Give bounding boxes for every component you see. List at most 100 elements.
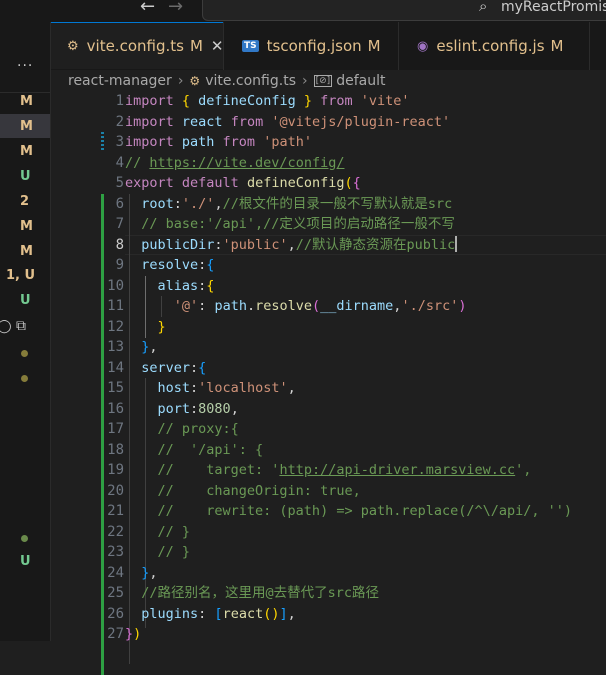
breadcrumb-folder[interactable]: react-manager (68, 73, 172, 89)
code-line[interactable]: publicDir:'public',//默认静态资源在public (125, 235, 458, 256)
code-token: alias (125, 277, 199, 294)
close-icon[interactable]: ✕ (211, 37, 224, 55)
untracked-dot-icon (21, 535, 28, 542)
code-token: , (230, 400, 239, 417)
text-cursor (455, 235, 458, 252)
arrow-left-icon[interactable]: ← (140, 0, 155, 17)
line-number: 27 (107, 626, 124, 642)
tab-tsconfig[interactable]: TS tsconfig.json M (224, 22, 398, 70)
code-line[interactable]: } (125, 317, 166, 338)
code-token: } (125, 626, 134, 642)
code-token: , (287, 236, 296, 253)
code-line[interactable]: plugins: [react()], (125, 604, 296, 625)
code-token: ', (515, 462, 532, 478)
code-token: 'path' (263, 134, 312, 150)
line-number: 21 (107, 503, 124, 519)
code-line[interactable]: import path from 'path' (125, 132, 312, 153)
code-line[interactable]: }) (125, 624, 141, 645)
code-token: { (181, 93, 199, 109)
code-token: , (287, 380, 296, 396)
line-number: 14 (107, 359, 124, 376)
code-token: , (214, 195, 223, 212)
tab-label: eslint.config.js (436, 37, 545, 55)
code-line[interactable]: // } (125, 522, 191, 543)
title-bar: ← → ⌕ myReactPromise (0, 0, 606, 22)
code-token: './' (181, 195, 215, 212)
code-token: from (230, 113, 272, 130)
code-token: from (320, 93, 361, 109)
code-line[interactable]: export default defineConfig({ (125, 173, 361, 194)
code-token: port (125, 400, 191, 417)
code-token: plugins (125, 605, 199, 622)
code-line[interactable]: // target: 'http://api-driver.marsview.c… (125, 460, 532, 481)
code-line[interactable]: // changeOrigin: true, (125, 481, 361, 502)
code-line[interactable]: root:'./',//根文件的目录一般不写默认就是src (125, 194, 452, 215)
tab-label: vite.config.ts (86, 37, 184, 55)
line-number: 23 (107, 544, 124, 560)
code-line[interactable]: // rewrite: (path) => path.replace(/^\/a… (125, 501, 573, 522)
code-line[interactable]: '@': path.resolve(__dirname,'./src') (125, 296, 467, 317)
command-center-search[interactable]: ⌕ myReactPromise (202, 0, 606, 21)
code-token: { (206, 257, 215, 273)
code-token: root (125, 195, 174, 212)
code-token: , (287, 605, 296, 622)
circle-icon[interactable]: ◯ (0, 319, 12, 334)
code-token: : (198, 298, 215, 314)
code-token: 'vite' (360, 93, 410, 109)
tab-eslint-config[interactable]: ◉ eslint.config.js M (399, 22, 589, 70)
code-line[interactable]: host:'localhost', (125, 378, 296, 399)
breadcrumb-symbol[interactable]: default (336, 73, 385, 89)
code-token: // rewrite: (path) => path.replace(/^\/a… (125, 503, 573, 519)
more-actions-icon[interactable]: ··· (17, 58, 33, 74)
code-token: //默认静态资源在public (295, 236, 456, 253)
code-line[interactable]: resolve:{ (125, 255, 214, 276)
code-token: defineConfig (246, 175, 345, 191)
code-line[interactable]: // proxy:{ (125, 419, 239, 440)
code-token: //路径别名，这里用@去替代了src路径 (125, 585, 380, 601)
code-token: } (157, 318, 166, 335)
breadcrumb-file[interactable]: vite.config.ts (205, 73, 296, 89)
chevron-right-icon: › (302, 73, 308, 89)
arrow-right-icon[interactable]: → (168, 0, 183, 17)
code-line[interactable]: // base:'/api',//定义项目的启动路径一般不写 (125, 214, 455, 235)
code-token: '@vitejs/plugin-react' (271, 113, 451, 130)
copy-icon[interactable]: ⧉ (16, 318, 26, 334)
line-number: 7 (115, 216, 124, 232)
git-status-badge: M (20, 244, 33, 259)
git-status-badge: 2 (20, 194, 30, 209)
code-token: // proxy:{ (125, 421, 239, 437)
code-line[interactable]: port:8080, (125, 399, 239, 420)
modified-dot-icon (21, 375, 28, 382)
code-token: react (181, 113, 231, 130)
code-line[interactable]: import react from '@vitejs/plugin-react' (125, 112, 450, 133)
code-token: host (125, 380, 191, 396)
code-editor[interactable]: 1 import { defineConfig } from 'vite' 2 imp… (51, 91, 606, 675)
code-line[interactable]: server:{ (125, 358, 206, 379)
code-line[interactable]: import { defineConfig } from 'vite' (125, 91, 410, 112)
code-token: , (149, 564, 158, 581)
line-number: 1 (115, 93, 124, 109)
code-line[interactable]: }, (125, 337, 157, 358)
code-line[interactable]: // '/api': { (125, 440, 264, 461)
tab-vite-config[interactable]: ⚙ vite.config.ts M ✕ (51, 22, 223, 69)
code-token: http://api-driver.marsview.cc (279, 462, 516, 478)
code-line[interactable]: alias:{ (125, 276, 215, 297)
tab-divider (589, 22, 590, 70)
code-line[interactable]: // https://vite.dev/config/ (125, 153, 344, 174)
code-line[interactable]: // } (125, 542, 191, 563)
code-token: import (125, 93, 182, 109)
code-token: [ (214, 605, 223, 622)
line-number: 13 (107, 339, 124, 355)
line-number: 18 (107, 441, 124, 458)
code-line[interactable]: //路径别名，这里用@去替代了src路径 (125, 583, 379, 604)
git-status-badge: U (20, 554, 31, 569)
code-token: : (190, 400, 199, 417)
line-number: 5 (115, 175, 124, 191)
tab-modified-badge: M (189, 37, 203, 55)
code-line[interactable]: }, (125, 563, 158, 584)
git-status-badge: M (20, 119, 33, 134)
